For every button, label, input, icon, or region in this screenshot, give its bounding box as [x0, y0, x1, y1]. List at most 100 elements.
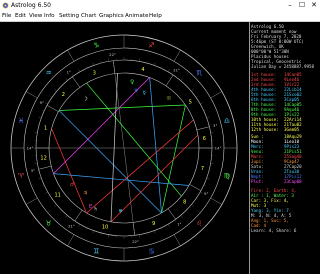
planet-glyph-icon: ♇: [88, 203, 93, 210]
sign-divider: [210, 197, 222, 205]
degree-tick: [174, 74, 176, 77]
degree-tick: [42, 109, 45, 111]
menu-edit[interactable]: Edit: [15, 11, 26, 21]
degree-tick: [65, 78, 68, 81]
degree-tick: [78, 224, 81, 227]
degree-tick: [186, 210, 188, 212]
zodiac-sign-icon: ♒: [46, 69, 52, 77]
house-number: 12: [40, 156, 46, 162]
house-cusp-line: [72, 76, 81, 88]
cusp-degree-label: 3°: [31, 168, 35, 173]
house-number: 11: [54, 192, 60, 198]
cusp-degree-label: 14°: [215, 146, 222, 151]
menu-setting[interactable]: Setting: [59, 11, 79, 21]
menu-help[interactable]: Help: [149, 11, 162, 21]
degree-tick: [195, 96, 198, 98]
aspect-line: [110, 73, 118, 222]
degree-tick: [139, 234, 140, 238]
degree-tick: [78, 69, 81, 72]
minimize-button[interactable]: –: [284, 0, 296, 11]
sign-divider: [26, 197, 38, 205]
menu-file[interactable]: File: [2, 11, 11, 21]
sign-divider: [173, 234, 181, 246]
degree-tick: [60, 84, 62, 86]
sign-divider: [67, 50, 75, 62]
degree-tick: [54, 89, 57, 92]
degree-tick: [72, 74, 74, 77]
menu-chart[interactable]: Chart: [81, 11, 96, 21]
degree-tick: [191, 204, 194, 207]
degree-tick: [191, 89, 194, 92]
cusp-degree-label: 3°: [213, 123, 217, 128]
summary-line: Learn: 4, Share: 6: [251, 228, 297, 233]
close-button[interactable]: ✕: [308, 0, 320, 11]
menu-animate[interactable]: Animate: [125, 11, 148, 21]
degree-tick: [38, 177, 42, 180]
sign-divider: [26, 91, 38, 99]
house-cusp-line: [165, 74, 174, 86]
degree-tick: [161, 227, 163, 230]
menu-graphics[interactable]: Graphics: [99, 11, 124, 21]
degree-tick: [92, 62, 95, 66]
astrolog-window: Astrolog 6.50 – ☐ ✕ File Edit View Info …: [0, 0, 320, 274]
planet-glyph-icon: ♀: [130, 79, 134, 85]
degree-tick: [206, 116, 210, 119]
sign-divider: [173, 50, 181, 62]
cusp-degree-label: 1°: [177, 222, 181, 227]
info-panel: Astrolog 6.50 Current moment now Fri Feb…: [251, 22, 320, 274]
house-number: 1: [44, 126, 47, 132]
degree-tick: [38, 116, 42, 119]
zodiac-sign-icon: ♌: [196, 220, 202, 228]
zodiac-sign-icon: ♑: [93, 42, 99, 50]
cusp-degree-label: 1°: [67, 69, 71, 74]
menu-info[interactable]: Info: [44, 11, 55, 21]
degree-tick: [195, 198, 198, 200]
degree-tick: [45, 102, 48, 105]
degree-tick: [85, 66, 87, 69]
cusp-degree-label: 21°: [173, 68, 180, 73]
degree-tick: [65, 215, 68, 218]
menu-view[interactable]: View: [29, 11, 42, 21]
zodiac-sign-icon: ♋: [148, 247, 154, 255]
house-cusp-line: [38, 165, 52, 170]
house-number: 5: [189, 99, 192, 105]
degree-tick: [108, 234, 109, 238]
zodiac-sign-icon: ♉: [46, 220, 52, 228]
degree-tick: [45, 191, 48, 194]
app-icon: [2, 2, 9, 9]
house-cusp-line: [189, 184, 202, 191]
house-cusp-line: [196, 126, 210, 131]
zodiac-sign-icon: ♓: [18, 117, 24, 125]
degree-tick: [200, 102, 203, 105]
degree-tick: [206, 177, 210, 180]
degree-tick: [92, 230, 95, 234]
cusp-degree-label: 22°: [109, 52, 116, 57]
maximize-button[interactable]: ☐: [296, 0, 308, 11]
cusp-degree-label: 9°: [40, 100, 44, 105]
cusp-degree-label: 14°: [27, 146, 34, 151]
degree-tick: [180, 78, 183, 81]
degree-tick: [72, 219, 74, 222]
chart-wheel[interactable]: ♈ ♉ ♊ ♋ ♌ ♍ ♎ ♏ ♐ ♑ ♒ ♓ 14° 9° 1° 22° 21° 3° 14° 9° 1° 22° 21°…: [0, 22, 249, 274]
zodiac-sign-icon: ♊: [93, 247, 99, 255]
degree-tick: [186, 84, 188, 86]
house-cusp-label: 12th house:: [251, 127, 279, 132]
planet-glyph-icon: ☽: [83, 96, 88, 102]
zodiac-sign-icon: ♈: [18, 172, 25, 180]
cusp-degree-label: 21°: [68, 223, 75, 228]
zodiac-sign-icon: ♎: [224, 117, 230, 125]
pane-divider[interactable]: [249, 22, 250, 274]
house-number: 4: [141, 67, 144, 73]
cusp-degree-label: 22°: [132, 239, 139, 244]
house-cusp-line: [46, 105, 59, 112]
degree-tick: [174, 219, 176, 222]
degree-tick: [153, 62, 156, 66]
info-line: Julian Day = 2458887.9958: [251, 64, 315, 69]
degree-tick: [210, 132, 214, 133]
zodiac-sign-icon: ♍: [224, 172, 231, 180]
aspect-line: [149, 77, 162, 213]
house-number: 9: [152, 221, 155, 227]
degree-tick: [139, 58, 140, 62]
house-cusp-line: [167, 208, 176, 220]
aspect-line: [58, 110, 162, 214]
